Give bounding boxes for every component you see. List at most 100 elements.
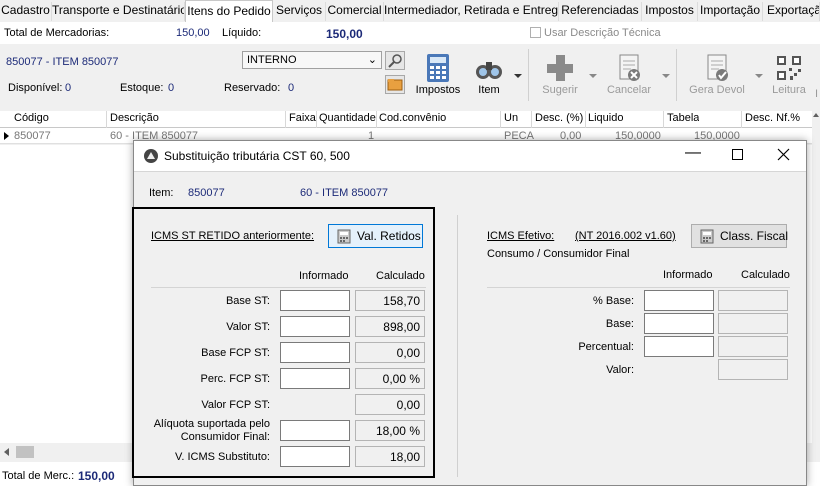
col-cod-convenio[interactable]: Cod.convênio bbox=[379, 112, 446, 124]
item-dropdown-icon[interactable] bbox=[514, 74, 522, 78]
dialog-item-label: Item: bbox=[149, 187, 174, 199]
col-codigo[interactable]: Código bbox=[14, 112, 49, 124]
app-icon bbox=[144, 149, 158, 163]
class-fiscal-label: Class. Fiscal bbox=[720, 229, 789, 243]
col-desc-nf[interactable]: Desc. Nf.% bbox=[745, 112, 800, 124]
items-grid-header: Código Descrição Faixa Quantidade Cod.co… bbox=[0, 111, 820, 128]
col-descricao[interactable]: Descrição bbox=[110, 112, 159, 124]
leitura-button[interactable]: Leitura bbox=[770, 52, 808, 96]
maximize-icon[interactable] bbox=[732, 149, 743, 160]
col-faixa[interactable]: Faixa bbox=[289, 112, 316, 124]
item-name: 850077 - ITEM 850077 bbox=[6, 56, 119, 68]
col-un[interactable]: Un bbox=[504, 112, 518, 124]
base-fcp-st-informado-input[interactable] bbox=[280, 342, 350, 363]
right-col-calculado: Calculado bbox=[741, 269, 790, 281]
tab-intermediador[interactable]: Intermediador, Retirada e Entrega bbox=[384, 2, 559, 21]
total-mercadorias-value: 150,00 bbox=[176, 27, 210, 39]
left-col-informado: Informado bbox=[299, 270, 349, 282]
minimize-icon[interactable]: — bbox=[685, 144, 701, 162]
disponivel-value: 0 bbox=[65, 82, 72, 94]
tab-servicos[interactable]: Serviços bbox=[273, 2, 326, 21]
col-desc-percent[interactable]: Desc. (%) bbox=[535, 112, 583, 124]
col-tabela[interactable]: Tabela bbox=[667, 112, 699, 124]
liquido-label: Líquido: bbox=[222, 27, 262, 39]
st-dialog: Substituição tributária CST 60, 500 — It… bbox=[132, 140, 807, 486]
tab-transporte[interactable]: Transporte e Destinatário bbox=[52, 2, 185, 21]
col-quantidade[interactable]: Quantidade bbox=[319, 112, 376, 124]
sugerir-button[interactable]: Sugerir bbox=[538, 52, 582, 96]
perc-base-label: % Base: bbox=[593, 295, 634, 307]
item-toolbar-area: 850077 - ITEM 850077 Disponível: 0 Estoq… bbox=[0, 45, 820, 110]
tab-cadastro[interactable]: Cadastro bbox=[0, 2, 52, 21]
aliquota-label-line1: Alíquota suportada pelo bbox=[153, 418, 270, 430]
perc-base-informado-input[interactable] bbox=[644, 290, 714, 311]
cell-codigo: 850077 bbox=[14, 130, 51, 142]
calculator-icon bbox=[422, 52, 454, 82]
perc-fcp-st-informado-input[interactable] bbox=[280, 368, 350, 389]
dialog-title: Substituição tributária CST 60, 500 bbox=[164, 149, 350, 163]
col-liquido[interactable]: Liquido bbox=[588, 112, 623, 124]
percentual-informado-input[interactable] bbox=[644, 336, 714, 357]
aliquota-informado-input[interactable] bbox=[280, 420, 350, 441]
icms-efetivo-label: ICMS Efetivo: bbox=[487, 230, 555, 242]
tab-itens-do-pedido[interactable]: Itens do Pedido bbox=[185, 0, 273, 22]
item-label: Item bbox=[478, 84, 500, 96]
left-col-calculado: Calculado bbox=[376, 270, 425, 282]
percentual-label: Percentual: bbox=[578, 341, 634, 353]
liquido-value: 150,00 bbox=[326, 27, 363, 41]
leitura-label: Leitura bbox=[772, 84, 806, 96]
total-mercadorias-label: Total de Mercadorias: bbox=[4, 27, 110, 39]
scroll-thumb[interactable] bbox=[16, 446, 34, 458]
dialog-titlebar: Substituição tributária CST 60, 500 — bbox=[134, 141, 806, 171]
gera-devol-button[interactable]: Gera Devol bbox=[686, 52, 748, 96]
base-calculado bbox=[718, 313, 788, 334]
base-st-informado-input[interactable] bbox=[280, 290, 350, 311]
icms-st-retido-label: ICMS ST RETIDO anteriormente: bbox=[151, 230, 315, 242]
impostos-button[interactable]: Impostos bbox=[414, 52, 462, 96]
vertical-scrollbar[interactable] bbox=[812, 111, 820, 443]
perc-base-calculado bbox=[718, 290, 788, 311]
usar-descricao-checkbox[interactable] bbox=[530, 27, 541, 38]
sugerir-dropdown-icon[interactable] bbox=[589, 74, 597, 78]
footer-total-value: 150,00 bbox=[78, 469, 115, 483]
tab-referenciadas[interactable]: Referenciadas bbox=[559, 2, 642, 21]
scroll-up-icon[interactable] bbox=[813, 113, 819, 117]
tipo-select[interactable]: INTERNO ⌄ bbox=[242, 51, 382, 69]
folder-button[interactable] bbox=[385, 75, 405, 94]
document-check-icon bbox=[701, 52, 733, 82]
tab-exportacao[interactable]: Exportação bbox=[763, 2, 820, 21]
cancelar-button[interactable]: Cancelar bbox=[604, 52, 654, 96]
right-divider bbox=[487, 287, 790, 288]
v-icms-substituto-informado-input[interactable] bbox=[280, 446, 350, 467]
calculator-small-icon bbox=[700, 229, 714, 244]
v-icms-substituto-calculado: 18,00 bbox=[355, 446, 425, 467]
class-fiscal-button[interactable]: Class. Fiscal bbox=[691, 224, 789, 248]
val-retidos-button[interactable]: Val. Retidos bbox=[328, 224, 423, 248]
aliquota-label-line2: Consumidor Final: bbox=[180, 431, 270, 443]
search-icon bbox=[388, 54, 402, 68]
base-informado-input[interactable] bbox=[644, 313, 714, 334]
tab-impostos[interactable]: Impostos bbox=[642, 2, 698, 21]
perc-fcp-st-label: Perc. FCP ST: bbox=[200, 373, 270, 385]
cancelar-dropdown-icon[interactable] bbox=[662, 74, 670, 78]
tab-comercial[interactable]: Comercial bbox=[326, 2, 384, 21]
gera-devol-label: Gera Devol bbox=[689, 84, 745, 96]
reservado-value: 0 bbox=[288, 82, 295, 94]
tab-bar: Cadastro Transporte e Destinatário Itens… bbox=[0, 0, 820, 22]
val-retidos-label: Val. Retidos bbox=[357, 229, 421, 243]
right-col-informado: Informado bbox=[663, 269, 713, 281]
sugerir-label: Sugerir bbox=[542, 84, 578, 96]
item-button[interactable]: Item bbox=[470, 52, 508, 96]
search-button[interactable] bbox=[385, 51, 405, 70]
toolbar-separator bbox=[528, 49, 529, 101]
dialog-item-code: 850077 bbox=[188, 187, 225, 199]
tab-importacao[interactable]: Importação bbox=[698, 2, 763, 21]
disponivel-label: Disponível: bbox=[8, 82, 63, 94]
valor-st-informado-input[interactable] bbox=[280, 316, 350, 337]
scroll-left-icon[interactable] bbox=[4, 448, 9, 456]
icms-efetivo-note: (NT 2016.002 v1.60) bbox=[575, 230, 676, 242]
valor-fcp-st-label: Valor FCP ST: bbox=[201, 399, 270, 411]
gera-devol-dropdown-icon[interactable] bbox=[755, 74, 763, 78]
close-icon[interactable] bbox=[777, 148, 790, 161]
base-fcp-st-calculado: 0,00 bbox=[355, 342, 425, 363]
